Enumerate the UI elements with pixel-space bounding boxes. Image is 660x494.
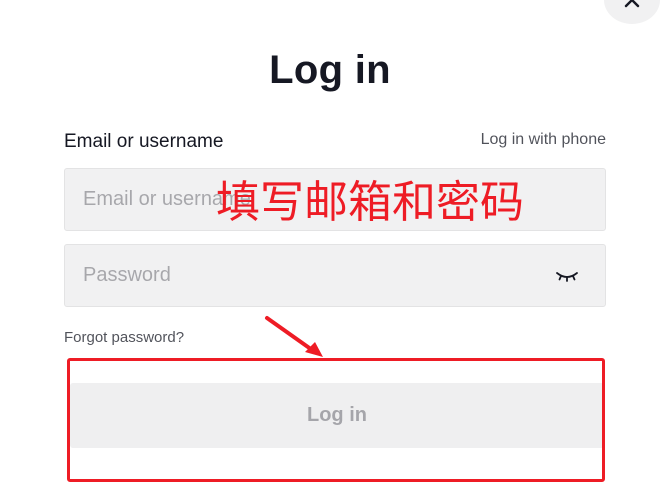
email-label: Email or username — [64, 131, 224, 152]
close-icon — [624, 0, 640, 8]
eye-closed-icon[interactable] — [555, 269, 579, 285]
forgot-password-link[interactable]: Forgot password? — [64, 329, 184, 346]
arrow-icon — [265, 316, 323, 357]
password-input[interactable] — [65, 245, 605, 306]
instruction-annotation: 填写邮箱和密码 — [216, 177, 524, 228]
login-with-phone-link[interactable]: Log in with phone — [481, 131, 606, 149]
close-button[interactable] — [604, 0, 660, 24]
highlight-box — [67, 358, 605, 482]
page-title: Log in — [269, 48, 391, 92]
password-field-container — [64, 244, 606, 307]
